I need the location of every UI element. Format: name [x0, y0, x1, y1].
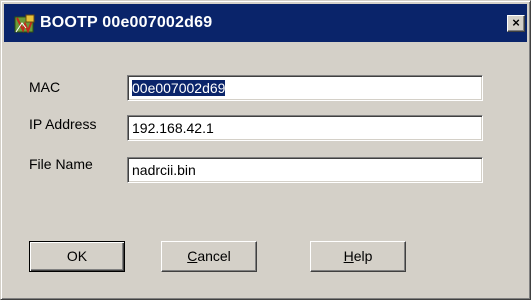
help-button-label: Help: [343, 248, 373, 264]
bootp-dialog: BOOTP 00e007002d69 × MAC 00e007002d69 IP…: [0, 0, 531, 300]
close-button[interactable]: ×: [507, 15, 525, 32]
window-title: BOOTP 00e007002d69: [40, 14, 213, 31]
ip-address-value: 192.168.42.1: [132, 120, 214, 136]
help-button[interactable]: Help: [310, 241, 406, 272]
ok-button[interactable]: OK: [29, 241, 125, 272]
title-bar[interactable]: BOOTP 00e007002d69 ×: [4, 4, 527, 42]
close-icon: ×: [512, 15, 520, 30]
file-name-field[interactable]: nadrcii.bin: [127, 157, 483, 183]
bootp-app-icon: [14, 14, 36, 34]
mac-value: 00e007002d69: [132, 80, 226, 96]
ip-address-label: IP Address: [29, 116, 97, 132]
cancel-button-label: Cancel: [187, 248, 231, 264]
file-name-label: File Name: [29, 156, 93, 172]
file-name-value: nadrcii.bin: [132, 162, 196, 178]
mac-field[interactable]: 00e007002d69: [127, 75, 483, 101]
cancel-button[interactable]: Cancel: [161, 241, 257, 272]
mac-label: MAC: [29, 79, 61, 95]
ip-address-field[interactable]: 192.168.42.1: [127, 115, 483, 141]
ok-button-label: OK: [66, 248, 88, 264]
